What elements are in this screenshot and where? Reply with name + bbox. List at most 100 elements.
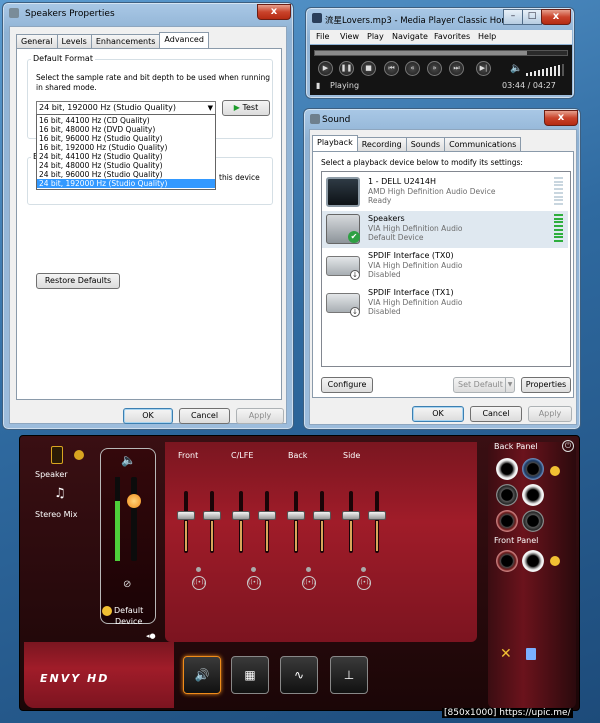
format-option[interactable]: 24 bit, 44100 Hz (Studio Quality) bbox=[37, 152, 215, 161]
device-name: SPDIF Interface (TX0) bbox=[368, 251, 454, 260]
channel-mute-icon[interactable]: ((•)) bbox=[357, 576, 371, 590]
device-list[interactable]: 1 - DELL U2414H AMD High Definition Audio… bbox=[321, 171, 571, 367]
tab-general[interactable]: General bbox=[16, 34, 58, 48]
format-option[interactable]: 16 bit, 96000 Hz (Studio Quality) bbox=[37, 134, 215, 143]
device-driver: AMD High Definition Audio Device bbox=[368, 187, 496, 196]
maximize-button[interactable]: □ bbox=[522, 9, 542, 25]
menu-favorites[interactable]: Favorites bbox=[434, 32, 470, 41]
channel-fader[interactable] bbox=[177, 510, 195, 520]
format-option[interactable]: 24 bit, 48000 Hz (Studio Quality) bbox=[37, 161, 215, 170]
sound-close-button[interactable]: x bbox=[544, 110, 578, 126]
device-row[interactable]: 1 - DELL U2414H AMD High Definition Audio… bbox=[322, 174, 568, 211]
format-option[interactable]: 24 bit, 96000 Hz (Studio Quality) bbox=[37, 170, 215, 179]
menu-help[interactable]: Help bbox=[478, 32, 496, 41]
apply-button[interactable]: Apply bbox=[236, 408, 284, 424]
device-row[interactable]: ↓ SPDIF Interface (TX0) VIA High Definitio… bbox=[322, 248, 568, 285]
channel-mute-icon[interactable]: ((•)) bbox=[247, 576, 261, 590]
waveform-icon: ∿ bbox=[293, 668, 305, 682]
channel-fader[interactable] bbox=[232, 510, 250, 520]
device-row[interactable]: ✔ Speakers VIA High Definition Audio Defaul… bbox=[322, 211, 568, 248]
chevron-down-icon[interactable]: ▼ bbox=[208, 102, 213, 114]
speaker-config-button[interactable]: 🔊 bbox=[183, 656, 221, 694]
channel-mute-icon[interactable]: ((•)) bbox=[192, 576, 206, 590]
default-device-label: Default Device bbox=[114, 606, 144, 626]
waveform-button[interactable]: ∿ bbox=[280, 656, 318, 694]
sound-apply-button[interactable]: Apply bbox=[528, 406, 572, 422]
sound-cancel-button[interactable]: Cancel bbox=[470, 406, 522, 422]
meter-bar bbox=[554, 228, 563, 231]
properties-button[interactable]: Properties bbox=[521, 377, 571, 393]
device-row[interactable]: ↓ SPDIF Interface (TX1) VIA High Definitio… bbox=[322, 285, 568, 322]
mute-icon[interactable]: ⊘ bbox=[123, 579, 131, 590]
equalizer-button[interactable]: ▦ bbox=[231, 656, 269, 694]
back-jack[interactable] bbox=[522, 510, 544, 532]
seek-bar[interactable] bbox=[314, 50, 568, 56]
fast-forward-button[interactable]: » bbox=[427, 61, 442, 76]
minimize-button[interactable]: – bbox=[503, 9, 523, 25]
back-jack[interactable] bbox=[496, 484, 518, 506]
back-jack[interactable] bbox=[496, 510, 518, 532]
meter-bar bbox=[554, 177, 563, 179]
format-option[interactable]: 16 bit, 44100 Hz (CD Quality) bbox=[37, 116, 215, 125]
channel-fader[interactable] bbox=[368, 510, 386, 520]
skip-forward-button[interactable]: ⏭ bbox=[449, 61, 464, 76]
format-option-selected[interactable]: 24 bit, 192000 Hz (Studio Quality) bbox=[37, 179, 215, 188]
tab-levels[interactable]: Levels bbox=[56, 34, 92, 48]
tab-enhancements[interactable]: Enhancements bbox=[90, 34, 161, 48]
ok-button[interactable]: OK bbox=[123, 408, 173, 424]
menu-play[interactable]: Play bbox=[367, 32, 384, 41]
front-jack[interactable] bbox=[522, 550, 544, 572]
volume-bar bbox=[530, 72, 532, 76]
menu-view[interactable]: View bbox=[340, 32, 359, 41]
back-jack[interactable] bbox=[522, 458, 544, 480]
back-jack[interactable] bbox=[522, 484, 544, 506]
mpc-close-button[interactable]: x bbox=[541, 9, 571, 25]
tab-sounds[interactable]: Sounds bbox=[405, 137, 446, 151]
channel-fader[interactable] bbox=[313, 510, 331, 520]
set-default-button[interactable]: Set Default ▼ bbox=[453, 377, 515, 393]
stop-button[interactable]: ■ bbox=[361, 61, 376, 76]
power-icon[interactable]: ⏻ bbox=[562, 440, 574, 452]
master-volume-slider[interactable] bbox=[131, 477, 137, 561]
channel-fader[interactable] bbox=[287, 510, 305, 520]
menu-file[interactable]: File bbox=[316, 32, 329, 41]
tab-communications[interactable]: Communications bbox=[444, 137, 522, 151]
close-button[interactable]: x bbox=[257, 4, 291, 20]
rewind-button[interactable]: « bbox=[405, 61, 420, 76]
pause-button[interactable]: ❚❚ bbox=[339, 61, 354, 76]
chevron-down-icon[interactable]: ▼ bbox=[505, 378, 514, 392]
configure-button[interactable]: Configure bbox=[321, 377, 373, 393]
tab-recording[interactable]: Recording bbox=[356, 137, 407, 151]
channel-fader[interactable] bbox=[203, 510, 221, 520]
envy-hd-logo: ENVY HD bbox=[40, 672, 110, 685]
format-select[interactable]: 24 bit, 192000 Hz (Studio Quality) ▼ bbox=[36, 101, 216, 115]
stereo-mix-nav-item[interactable]: ♫ Stereo Mix bbox=[24, 486, 94, 526]
play-button[interactable]: ▶ bbox=[318, 61, 333, 76]
restore-defaults-button[interactable]: Restore Defaults bbox=[36, 273, 120, 289]
skip-back-button[interactable]: ⏮ bbox=[384, 61, 399, 76]
format-option[interactable]: 16 bit, 192000 Hz (Studio Quality) bbox=[37, 143, 215, 152]
volume-icon[interactable]: 🔈 bbox=[510, 63, 522, 74]
tools-icon[interactable]: ✕ bbox=[500, 646, 512, 662]
frame-step-button[interactable]: ▶| bbox=[476, 61, 491, 76]
format-option[interactable]: 16 bit, 48000 Hz (DVD Quality) bbox=[37, 125, 215, 134]
back-jack[interactable] bbox=[496, 458, 518, 480]
channel-fader[interactable] bbox=[258, 510, 276, 520]
menu-navigate[interactable]: Navigate bbox=[392, 32, 428, 41]
channel-fader[interactable] bbox=[342, 510, 360, 520]
info-icon[interactable] bbox=[526, 648, 536, 660]
speaker-nav-item[interactable]: Speaker bbox=[24, 446, 94, 486]
tab-playback[interactable]: Playback bbox=[312, 135, 358, 151]
tab-advanced[interactable]: Advanced bbox=[159, 32, 209, 48]
front-jack[interactable] bbox=[496, 550, 518, 572]
device-driver: VIA High Definition Audio bbox=[368, 298, 463, 307]
sound-ok-button[interactable]: OK bbox=[412, 406, 464, 422]
cancel-button[interactable]: Cancel bbox=[179, 408, 230, 424]
volume-slider[interactable] bbox=[526, 62, 566, 76]
format-select-value: 24 bit, 192000 Hz (Studio Quality) bbox=[39, 103, 176, 112]
test-button[interactable]: ▶ Test bbox=[222, 100, 270, 116]
environment-button[interactable]: ⊥ bbox=[330, 656, 368, 694]
channel-mute-icon[interactable]: ((•)) bbox=[302, 576, 316, 590]
master-volume-knob[interactable] bbox=[127, 493, 141, 508]
disabled-arrow-icon: ↓ bbox=[350, 270, 360, 280]
